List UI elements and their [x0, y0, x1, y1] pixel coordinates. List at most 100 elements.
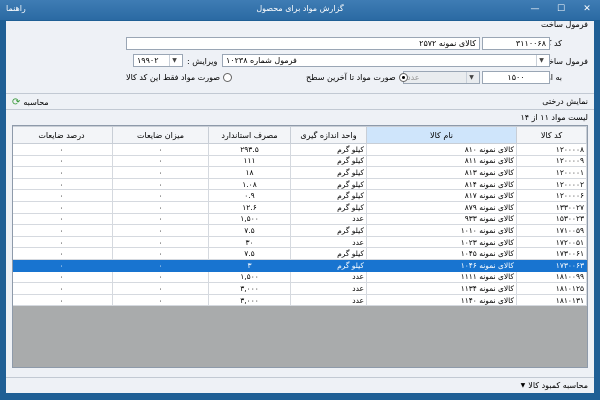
table-cell: کیلو گرم: [290, 247, 367, 260]
table-cell: ۱,۵۰۰: [208, 212, 291, 226]
radio-indicator-checked[interactable]: [398, 73, 408, 82]
table-cell: کالای نمونه ۸۷۹: [366, 200, 517, 214]
status-bar: محاسبه کمبود کالا ▼: [6, 377, 594, 393]
radio-last-level[interactable]: صورت مواد تا آخرین سطح: [306, 73, 408, 82]
table-cell: ۷.۵: [208, 247, 291, 260]
table-cell: ۳,۰۰۰: [208, 282, 291, 295]
chevron-down-icon[interactable]: ▼: [169, 55, 179, 66]
table-cell: ۰: [112, 143, 209, 156]
table-cell: عدد: [290, 293, 367, 307]
chevron-down-icon[interactable]: ▼: [536, 55, 546, 66]
table-cell: کالای نمونه ۸۱۱: [366, 154, 517, 168]
tree-view-button[interactable]: نمایش درختی: [542, 97, 588, 106]
chevron-down-icon: ▼: [520, 382, 526, 389]
formula-section-label: فرمول ساخت: [541, 20, 588, 29]
table-cell: ۰: [13, 200, 113, 214]
table-row[interactable]: ۱۲۰۰۰۰۹ کالای نمونه ۸۱۱ کیلو گرم ۱۱۱ ۰ ۰: [13, 154, 587, 168]
table-cell: ۰: [13, 166, 113, 179]
radio-only-this-code[interactable]: صورت مواد فقط این کد کالا: [126, 73, 233, 82]
table-row[interactable]: ۱۵۳۰۰۲۳ کالای نمونه ۹۳۳ عدد ۱,۵۰۰ ۰ ۰: [13, 212, 587, 226]
maximize-icon[interactable]: ☐: [554, 3, 568, 16]
table-cell: ۳۰: [208, 235, 291, 249]
table-row[interactable]: ۱۲۰۰۰۰۱ کالای نمونه ۸۱۳ کیلو گرم ۱۸ ۰ ۰: [13, 166, 587, 179]
table-cell: کالای نمونه ۸۱۰: [366, 143, 517, 156]
table-cell: ۰: [112, 177, 209, 191]
table-cell: کالای نمونه ۱۱۳۴: [366, 282, 517, 295]
refresh-icon: ⟳: [12, 97, 21, 108]
col-unit[interactable]: واحد اندازه گیری: [290, 126, 367, 144]
table-cell: ۰: [13, 154, 113, 168]
table-cell: ۱۸۱۰۱۳۱: [516, 293, 587, 307]
col-waste-percent[interactable]: درصد ضایعات: [13, 126, 113, 144]
materials-table[interactable]: کد کالا نام کالا واحد اندازه گیری مصرف ا…: [12, 125, 588, 368]
minimize-icon[interactable]: —: [528, 3, 542, 16]
table-row[interactable]: ۱۲۰۰۰۰۸ کالای نمونه ۸۱۰ کیلو گرم ۲۹۳.۵ ۰ ۰: [13, 143, 587, 156]
table-cell: ۱۱۱: [208, 154, 291, 168]
table-cell: عدد: [290, 282, 367, 295]
table-cell: ۰: [13, 282, 113, 295]
table-row[interactable]: ۱۷۲۰۰۵۱ کالای نمونه ۱۰۲۳ عدد ۳۰ ۰ ۰: [13, 235, 587, 249]
table-cell: ۱۸۱۰۱۲۵: [516, 282, 587, 295]
table-cell: کیلو گرم: [290, 154, 367, 168]
table-cell: ۰: [13, 212, 113, 226]
window-title: گزارش مواد برای محصول: [256, 4, 344, 13]
table-cell: عدد: [290, 270, 367, 284]
table-cell: کالای نمونه ۸۱۳: [366, 166, 517, 179]
version-select[interactable]: ▼ ۱۹۹۰۲: [133, 54, 183, 67]
table-cell: کالای نمونه ۱۱۱۱: [366, 270, 517, 284]
table-cell: کالای نمونه ۱۱۴۰: [366, 293, 517, 307]
table-cell: ۱۲۰۰۰۰۹: [516, 154, 587, 168]
table-cell: ۱۷۱۰۰۵۹: [516, 224, 587, 237]
version-label: ویرایش :: [187, 57, 218, 66]
table-cell: ۰: [112, 189, 209, 202]
radio-indicator[interactable]: [223, 73, 233, 82]
table-cell: ۳: [208, 258, 291, 272]
table-row[interactable]: ۱۲۰۰۰۰۶ کالای نمونه ۸۱۷ کیلو گرم ۰.۹ ۰ ۰: [13, 189, 587, 202]
table-row[interactable]: ۱۲۰۰۰۰۲ کالای نمونه ۸۱۴ کیلو گرم ۱.۰۸ ۰ ۰: [13, 177, 587, 191]
shortage-calc-button[interactable]: محاسبه کمبود کالا ▼: [521, 381, 588, 390]
table-cell: ۰: [13, 189, 113, 202]
calculate-button[interactable]: محاسبه ⟳: [12, 97, 49, 108]
table-cell: ۰: [112, 224, 209, 237]
table-row[interactable]: ۱۸۱۰۰۹۹ کالای نمونه ۱۱۱۱ عدد ۱,۵۰۰ ۰ ۰: [13, 270, 587, 284]
table-cell: ۱,۵۰۰: [208, 270, 291, 284]
table-cell: ۱۸۱۰۰۹۹: [516, 270, 587, 284]
table-cell: ۰: [112, 258, 209, 272]
chevron-down-icon: ▼: [466, 72, 476, 83]
per-quantity-field[interactable]: ۱۵۰۰: [482, 71, 550, 84]
table-cell: ۱۲۰۰۰۰۲: [516, 177, 587, 191]
table-cell: ۱۲۰۰۰۰۶: [516, 189, 587, 202]
table-row[interactable]: ۱۸۱۰۱۳۱ کالای نمونه ۱۱۴۰ عدد ۳,۰۰۰ ۰ ۰: [13, 293, 587, 307]
col-waste-amount[interactable]: میزان ضایعات: [112, 126, 209, 144]
table-row[interactable]: ۱۷۳۰۰۶۳ کالای نمونه ۱۰۴۶ کیلو گرم ۳ ۰ ۰: [13, 258, 587, 272]
col-standard-usage[interactable]: مصرف استاندارد: [208, 126, 291, 144]
table-row[interactable]: ۱۸۱۰۱۲۵ کالای نمونه ۱۱۳۴ عدد ۳,۰۰۰ ۰ ۰: [13, 282, 587, 295]
col-item-code[interactable]: کد کالا: [516, 126, 587, 144]
table-cell: ۱۵۳۰۰۲۳: [516, 212, 587, 226]
unit-select[interactable]: ▼ عدد: [403, 71, 480, 84]
table-row[interactable]: ۱۳۳۰۰۲۷ کالای نمونه ۸۷۹ کیلو گرم ۱۲.۶ ۰ ۰: [13, 200, 587, 214]
product-code-field[interactable]: ۳۱۱۰۰۶۸: [482, 37, 550, 50]
table-cell: ۱۲۰۰۰۰۸: [516, 143, 587, 156]
table-cell: ۱.۰۸: [208, 177, 291, 191]
table-row[interactable]: ۱۷۳۰۰۶۱ کالای نمونه ۱۰۴۵ کیلو گرم ۷.۵ ۰ ۰: [13, 247, 587, 260]
table-cell: ۰: [13, 293, 113, 307]
table-cell: کیلو گرم: [290, 200, 367, 214]
col-item-name[interactable]: نام کالا: [366, 126, 517, 144]
table-cell: کالای نمونه ۹۳۳: [366, 212, 517, 226]
close-icon[interactable]: ✕: [580, 3, 594, 16]
table-cell: ۰: [112, 200, 209, 214]
table-cell: ۰: [112, 293, 209, 307]
list-count-label: لیست مواد ۱۱ از ۱۴: [520, 113, 589, 122]
product-name-field[interactable]: کالای نمونه ۲۵۷۲: [126, 37, 480, 50]
formula-select[interactable]: ▼ فرمول شماره ۱۰۲۳۸: [222, 54, 550, 67]
table-cell: ۰: [112, 282, 209, 295]
table-cell: ۳,۰۰۰: [208, 293, 291, 307]
table-cell: کالای نمونه ۱۰۴۶: [366, 258, 517, 272]
table-cell: ۰: [112, 247, 209, 260]
table-row[interactable]: ۱۷۱۰۰۵۹ کالای نمونه ۱۰۱۰ کیلو گرم ۷.۵ ۰ ۰: [13, 224, 587, 237]
title-bar: راهنما گزارش مواد برای محصول — ☐ ✕: [0, 0, 600, 20]
table-cell: کیلو گرم: [290, 258, 367, 272]
table-cell: ۰: [13, 235, 113, 249]
table-cell: ۰: [13, 224, 113, 237]
